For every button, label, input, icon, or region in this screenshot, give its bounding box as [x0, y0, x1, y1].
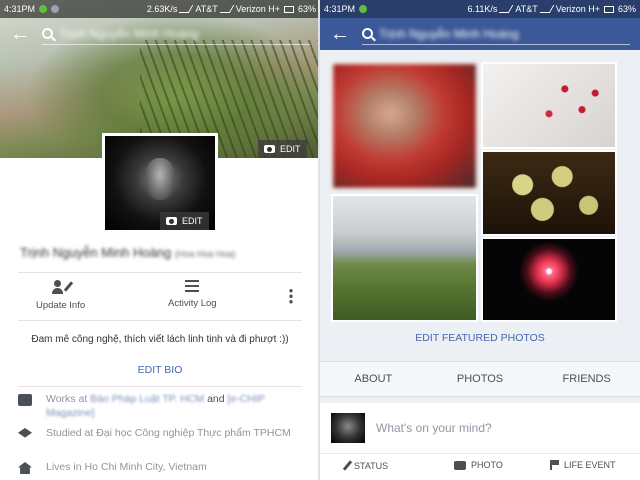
profile-name-text: Trịnh Nguyễn Minh Hoàng: [20, 245, 172, 260]
tab-photos[interactable]: PHOTOS: [427, 362, 534, 396]
list-icon: [185, 280, 200, 292]
update-info-button[interactable]: Update Info: [36, 280, 85, 311]
search-query: Trịnh Nguyễn Minh Hoàng: [379, 26, 519, 41]
tab-about[interactable]: ABOUT: [320, 362, 427, 396]
briefcase-icon: [18, 394, 32, 406]
graduation-cap-icon: [18, 428, 32, 438]
featured-photo-blossom[interactable]: [481, 62, 617, 149]
post-composer: What's on your mind? STATUS PHOTO LIFE E…: [320, 403, 640, 480]
update-info-label: Update Info: [36, 300, 86, 311]
camera-icon: [264, 145, 275, 153]
network-speed: 6.11K/s: [467, 4, 498, 14]
work-text: Works at Báo Pháp Luật TP. HCM and [e-CH…: [46, 392, 308, 420]
signal-icon: [219, 5, 235, 13]
work-and: and: [207, 393, 225, 405]
education-place-link[interactable]: Đại học Công nghiệp Thực phẩm TPHCM: [96, 427, 291, 439]
search-icon: [42, 28, 53, 39]
tab-friends[interactable]: FRIENDS: [533, 362, 640, 396]
edit-avatar-button[interactable]: EDIT: [160, 212, 209, 230]
status-right: 2.63K/s AT&T Verizon H+ 63%: [147, 4, 316, 14]
status-bar: 4:31PM 2.63K/s AT&T Verizon H+ 63%: [0, 0, 320, 18]
edit-cover-button[interactable]: EDIT: [258, 140, 307, 158]
profile-nickname: (Hoa Hoa Hoa): [174, 249, 236, 259]
network-speed: 2.63K/s: [146, 4, 178, 14]
life-event-label: LIFE EVENT: [564, 460, 616, 470]
divider: [18, 386, 302, 387]
lives-info: Lives in Ho Chi Minh City, Vietnam: [18, 460, 308, 474]
lives-prefix: Lives in: [46, 461, 82, 473]
avatar: [331, 413, 365, 443]
carrier-att: AT&T: [515, 4, 538, 14]
search-icon: [362, 28, 373, 39]
search-input[interactable]: Trịnh Nguyễn Minh Hoàng: [42, 23, 310, 45]
battery-percent: 63%: [617, 4, 636, 14]
status-button[interactable]: STATUS: [342, 460, 389, 471]
lives-place-link[interactable]: Ho Chi Minh City, Vietnam: [85, 461, 207, 473]
pencil-icon: [342, 460, 353, 471]
signal-icon: [179, 5, 194, 13]
user-edit-icon: [51, 280, 73, 294]
profile-bio: Đam mê công nghệ, thích viết lách linh t…: [31, 334, 289, 345]
search-input[interactable]: Trịnh Nguyễn Minh Hoàng: [362, 23, 630, 45]
status-time: 4:31PM: [324, 4, 356, 14]
carrier-verizon: Verizon H+: [555, 4, 600, 14]
status-bar: 4:31PM 6.11K/s AT&T Verizon H+ 63%: [320, 0, 640, 18]
featured-photo-firework[interactable]: [481, 237, 617, 322]
search-query: Trịnh Nguyễn Minh Hoàng: [59, 26, 199, 41]
status-input[interactable]: What's on your mind?: [376, 421, 492, 435]
battery-icon: [603, 5, 614, 13]
status-label: STATUS: [354, 460, 389, 471]
search-header: ← Trịnh Nguyễn Minh Hoàng: [0, 18, 320, 50]
camera-icon: [454, 460, 466, 470]
profile-name: Trịnh Nguyễn Minh Hoàng (Hoa Hoa Hoa): [20, 245, 310, 260]
back-arrow-icon[interactable]: ←: [330, 24, 350, 44]
work-info: Works at Báo Pháp Luật TP. HCM and [e-CH…: [18, 392, 308, 420]
divider: [18, 272, 302, 273]
work-prefix: Works at: [46, 393, 88, 405]
profile-pane: 4:31PM 2.63K/s AT&T Verizon H+ 63% ← Trị…: [0, 0, 320, 480]
notification-icon: [39, 5, 48, 13]
featured-photo-landscape[interactable]: [331, 194, 478, 322]
carrier-att: AT&T: [195, 4, 218, 14]
edit-bio-link[interactable]: EDIT BIO: [0, 364, 320, 376]
divider: [320, 453, 640, 454]
status-time: 4:31PM: [4, 4, 36, 14]
activity-log-button[interactable]: Activity Log: [168, 280, 217, 309]
more-vertical-icon[interactable]: [289, 288, 293, 304]
lives-text: Lives in Ho Chi Minh City, Vietnam: [46, 460, 207, 474]
education-info: Studied at Đại học Công nghiệp Thực phẩm…: [18, 426, 308, 440]
photo-label: PHOTO: [471, 460, 503, 470]
notification-icon: [359, 5, 368, 13]
camera-icon: [166, 217, 177, 225]
home-icon: [18, 462, 32, 474]
edit-avatar-label: EDIT: [182, 216, 203, 226]
profile-tabs: ABOUT PHOTOS FRIENDS: [320, 361, 640, 397]
activity-log-label: Activity Log: [168, 298, 217, 309]
flag-icon: [550, 460, 559, 470]
signal-icon: [499, 5, 514, 13]
divider: [18, 320, 302, 321]
featured-photo-candy[interactable]: [481, 150, 617, 236]
search-header: ← Trịnh Nguyễn Minh Hoàng: [320, 18, 640, 50]
education-text: Studied at Đại học Công nghiệp Thực phẩm…: [46, 426, 291, 440]
battery-icon: [283, 5, 294, 13]
featured-photo-portrait[interactable]: [331, 62, 478, 190]
work-place-link[interactable]: Báo Pháp Luật TP. HCM: [90, 393, 204, 405]
signal-icon: [539, 5, 555, 13]
carrier-verizon: Verizon H+: [235, 4, 280, 14]
education-prefix: Studied at: [46, 427, 94, 439]
life-event-button[interactable]: LIFE EVENT: [550, 460, 616, 470]
back-arrow-icon[interactable]: ←: [10, 24, 30, 44]
notification-icon: [51, 5, 60, 13]
photo-button[interactable]: PHOTO: [454, 460, 503, 470]
edit-cover-label: EDIT: [280, 144, 301, 154]
status-right: 6.11K/s AT&T Verizon H+ 63%: [468, 4, 637, 14]
edit-featured-photos-link[interactable]: EDIT FEATURED PHOTOS: [320, 332, 640, 344]
battery-percent: 63%: [297, 4, 316, 14]
